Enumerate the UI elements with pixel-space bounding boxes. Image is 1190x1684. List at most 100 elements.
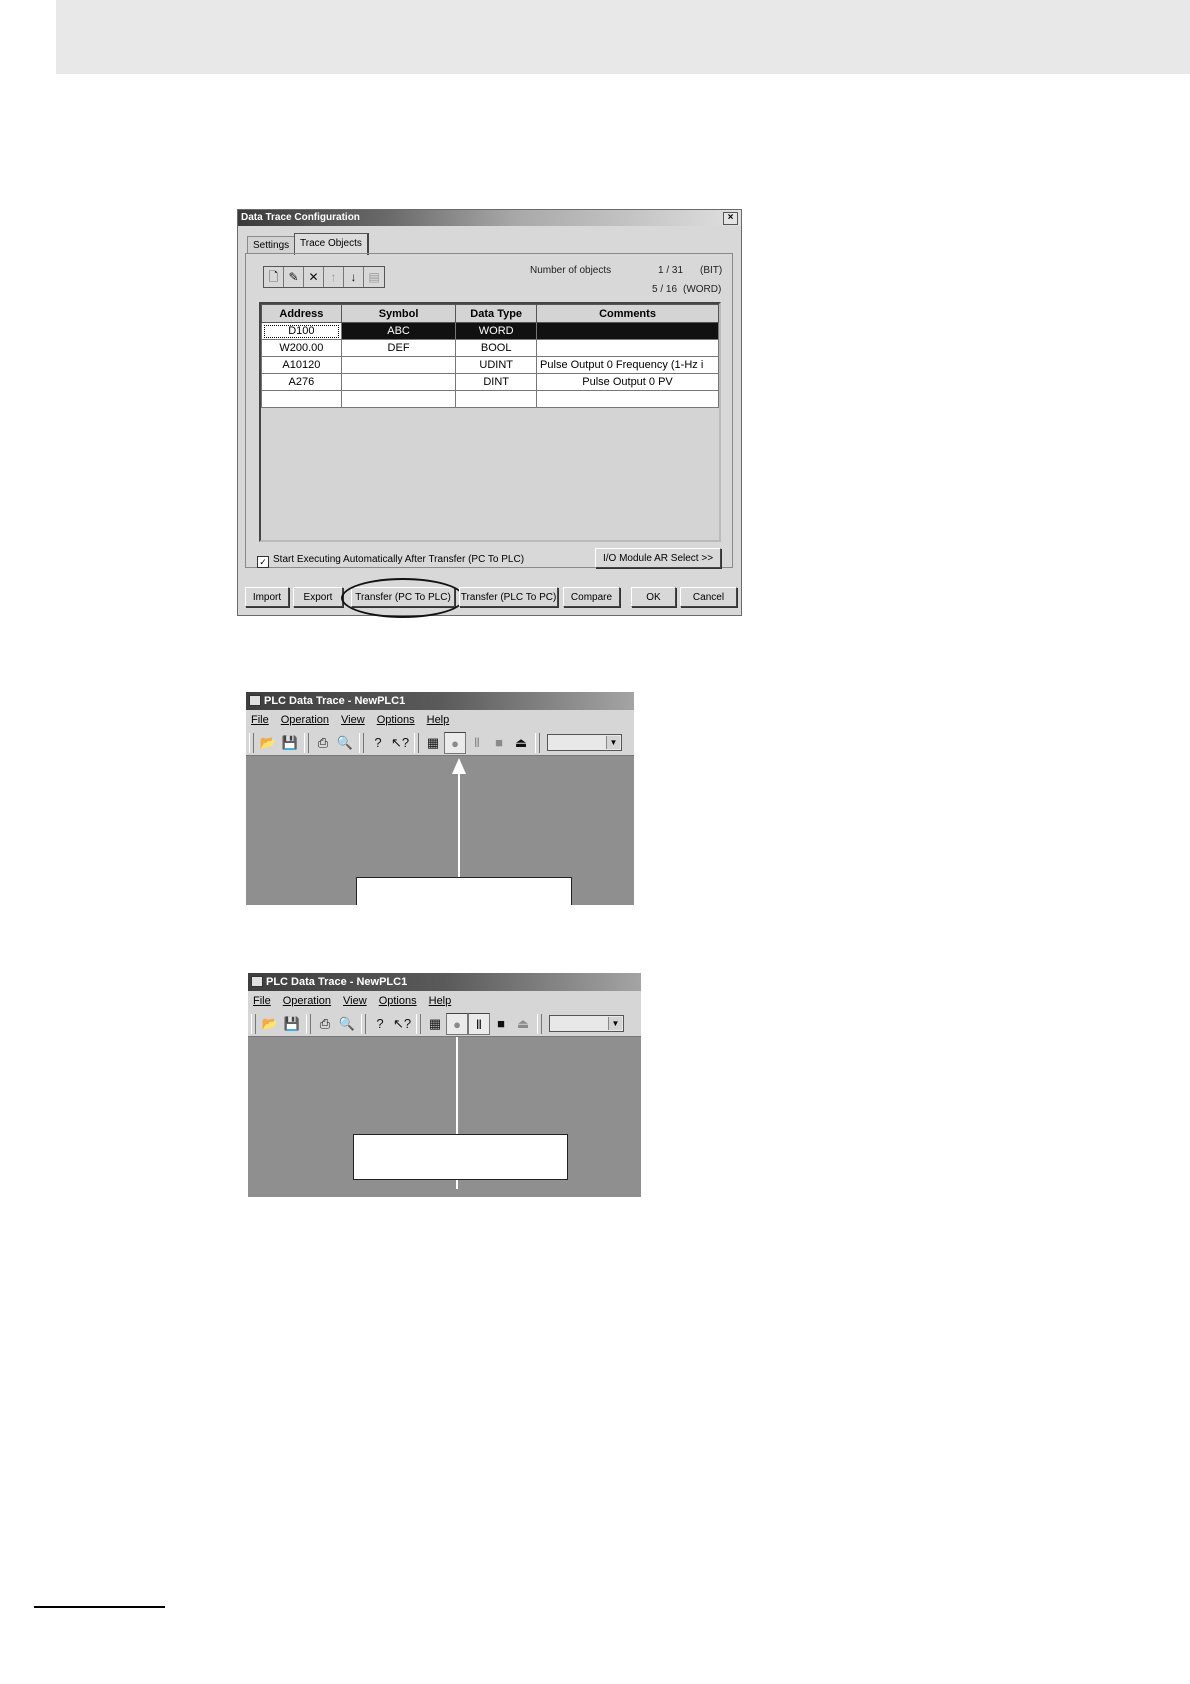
- cancel-button[interactable]: Cancel: [680, 587, 737, 607]
- menu-operation[interactable]: Operation: [281, 714, 329, 726]
- toolbar-grip[interactable]: [414, 732, 419, 753]
- stop-trace-icon[interactable]: ■: [490, 1013, 512, 1035]
- menu-options[interactable]: Options: [377, 714, 415, 726]
- menu-file[interactable]: File: [251, 714, 269, 726]
- cell-data-type[interactable]: [455, 390, 538, 408]
- cell-symbol[interactable]: DEF: [340, 339, 457, 357]
- cell-address[interactable]: [261, 390, 342, 408]
- upload-trace-icon[interactable]: ⏏: [512, 1013, 534, 1035]
- toolbar-separator: [306, 1013, 311, 1034]
- footer-rule: [34, 1606, 165, 1608]
- print-preview-icon[interactable]: 🔍: [334, 732, 356, 754]
- callout-arrow-head: [452, 758, 466, 774]
- menu-help[interactable]: Help: [427, 714, 450, 726]
- upload-trace-icon[interactable]: ⏏: [510, 732, 532, 754]
- io-module-ar-select-button[interactable]: I/O Module AR Select >>: [595, 548, 721, 568]
- table-row[interactable]: A276 DINT Pulse Output 0 PV: [261, 373, 719, 391]
- paste-icon[interactable]: ▤: [364, 267, 384, 287]
- delete-icon[interactable]: ✕: [304, 267, 324, 287]
- transfer-plc-to-pc-button[interactable]: Transfer (PLC To PC): [459, 587, 558, 607]
- cell-symbol[interactable]: [340, 373, 457, 391]
- cell-address[interactable]: D100: [261, 322, 342, 340]
- start-trace-icon[interactable]: ●: [444, 731, 466, 754]
- cell-comment[interactable]: Pulse Output 0 Frequency (1-Hz i: [536, 356, 719, 374]
- cell-symbol[interactable]: ABC: [340, 322, 457, 340]
- menu-file[interactable]: File: [253, 995, 271, 1007]
- cell-address[interactable]: W200.00: [261, 339, 342, 357]
- toolbar-grip[interactable]: [535, 732, 540, 753]
- table-row[interactable]: A10120 UDINT Pulse Output 0 Frequency (1…: [261, 356, 719, 374]
- toolbar-grip[interactable]: [249, 732, 254, 753]
- count-word-unit: (WORD): [683, 284, 722, 295]
- cell-data-type[interactable]: UDINT: [455, 356, 538, 374]
- context-help-icon[interactable]: ↖?: [391, 1013, 413, 1035]
- column-header-comments[interactable]: Comments: [536, 304, 719, 323]
- print-icon[interactable]: ⎙: [312, 732, 334, 754]
- cell-data-type[interactable]: WORD: [455, 322, 538, 340]
- table-row[interactable]: W200.00 DEF BOOL: [261, 339, 719, 357]
- start-trace-icon[interactable]: ●: [446, 1012, 468, 1035]
- table-row[interactable]: D100 ABC WORD: [261, 322, 719, 340]
- trace-settings-icon[interactable]: ▦: [422, 732, 444, 754]
- open-icon[interactable]: 📂: [257, 732, 279, 754]
- menu-options[interactable]: Options: [379, 995, 417, 1007]
- column-header-data-type[interactable]: Data Type: [455, 304, 538, 323]
- table-row[interactable]: [261, 390, 719, 408]
- move-down-icon[interactable]: ↓: [344, 267, 364, 287]
- menu-view[interactable]: View: [341, 714, 365, 726]
- toolbar-grip[interactable]: [251, 1013, 256, 1034]
- pause-trace-icon[interactable]: Ⅱ: [466, 732, 488, 754]
- ok-button[interactable]: OK: [631, 587, 676, 607]
- compare-button[interactable]: Compare: [563, 587, 620, 607]
- cell-comment[interactable]: Pulse Output 0 PV: [536, 373, 719, 391]
- tab-trace-objects[interactable]: Trace Objects: [294, 233, 369, 255]
- cell-data-type[interactable]: BOOL: [455, 339, 538, 357]
- toolbar-separator: [359, 732, 364, 753]
- callout-box: [353, 1134, 568, 1180]
- menu-view[interactable]: View: [343, 995, 367, 1007]
- new-icon[interactable]: 🗋: [264, 267, 284, 287]
- help-icon[interactable]: ?: [367, 732, 389, 754]
- count-label: Number of objects: [530, 265, 612, 276]
- menu-bar: File Operation View Options Help: [248, 991, 641, 1011]
- column-header-symbol[interactable]: Symbol: [340, 304, 457, 323]
- print-icon[interactable]: ⎙: [314, 1013, 336, 1035]
- trace-settings-icon[interactable]: ▦: [424, 1013, 446, 1035]
- objects-toolbar: 🗋 ✎ ✕ ↑ ↓ ▤: [263, 266, 385, 288]
- toolbar-grip[interactable]: [537, 1013, 542, 1034]
- edit-icon[interactable]: ✎: [284, 267, 304, 287]
- plc-data-trace-window-2: PLC Data Trace - NewPLC1 File Operation …: [248, 973, 641, 1197]
- menu-operation[interactable]: Operation: [283, 995, 331, 1007]
- trace-select-combo[interactable]: ▼: [549, 1015, 624, 1032]
- print-preview-icon[interactable]: 🔍: [336, 1013, 358, 1035]
- chevron-down-icon[interactable]: ▼: [606, 736, 620, 749]
- cell-symbol[interactable]: [340, 356, 457, 374]
- data-trace-configuration-dialog: Data Trace Configuration × Settings Trac…: [237, 209, 742, 618]
- cell-address[interactable]: A276: [261, 373, 342, 391]
- context-help-icon[interactable]: ↖?: [389, 732, 411, 754]
- close-icon[interactable]: ×: [723, 212, 738, 225]
- save-icon[interactable]: 💾: [279, 732, 301, 754]
- menu-help[interactable]: Help: [429, 995, 452, 1007]
- help-icon[interactable]: ?: [369, 1013, 391, 1035]
- cell-comment[interactable]: [536, 390, 719, 408]
- callout-box: [356, 877, 572, 905]
- cell-comment[interactable]: [536, 339, 719, 357]
- tab-settings[interactable]: Settings: [247, 236, 296, 254]
- cell-symbol[interactable]: [340, 390, 457, 408]
- move-up-icon[interactable]: ↑: [324, 267, 344, 287]
- stop-trace-icon[interactable]: ■: [488, 732, 510, 754]
- auto-start-checkbox[interactable]: ✓: [257, 556, 269, 568]
- trace-select-combo[interactable]: ▼: [547, 734, 622, 751]
- toolbar-grip[interactable]: [416, 1013, 421, 1034]
- chevron-down-icon[interactable]: ▼: [608, 1017, 622, 1030]
- open-icon[interactable]: 📂: [259, 1013, 281, 1035]
- cell-address[interactable]: A10120: [261, 356, 342, 374]
- import-button[interactable]: Import: [245, 587, 289, 607]
- column-header-address[interactable]: Address: [261, 304, 342, 323]
- export-button[interactable]: Export: [293, 587, 343, 607]
- pause-trace-icon[interactable]: Ⅱ: [468, 1012, 490, 1035]
- save-icon[interactable]: 💾: [281, 1013, 303, 1035]
- cell-data-type[interactable]: DINT: [455, 373, 538, 391]
- cell-comment[interactable]: [536, 322, 719, 340]
